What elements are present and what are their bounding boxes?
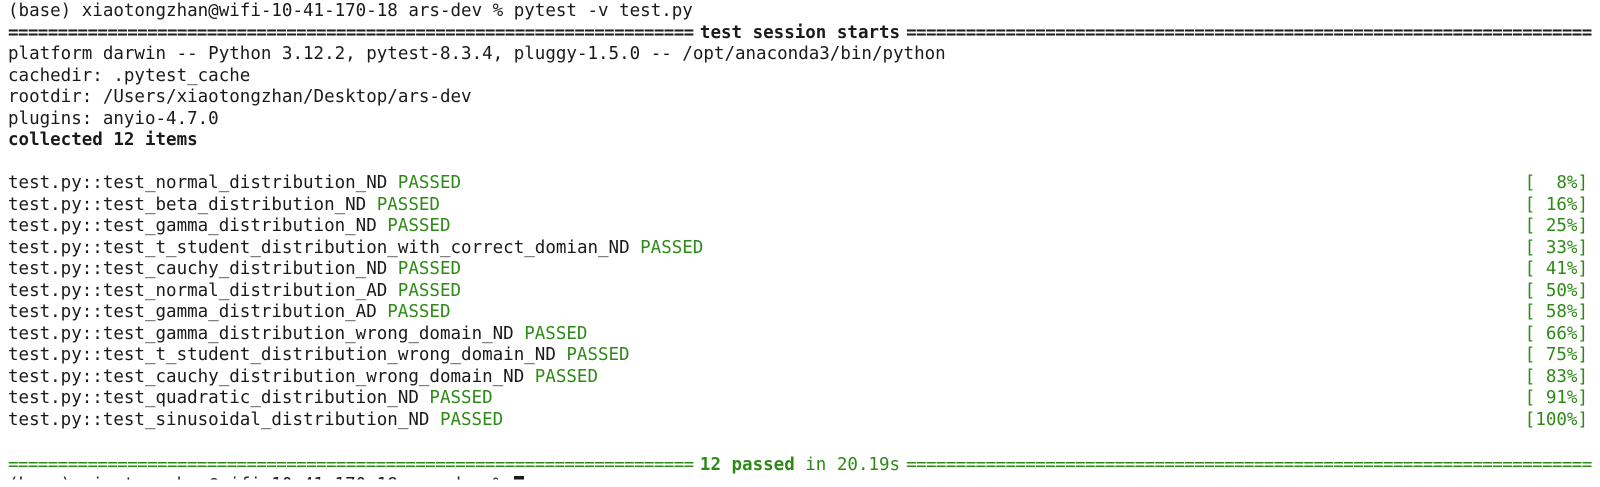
- test-name: test.py::test_gamma_distribution_wrong_d…: [8, 323, 514, 344]
- test-result-row: test.py::test_t_student_distribution_wit…: [8, 237, 1592, 259]
- test-progress: [ 58%]: [1524, 302, 1588, 322]
- test-name: test.py::test_gamma_distribution_AD: [8, 302, 377, 322]
- session-start-title: test session starts: [699, 23, 901, 43]
- test-status: PASSED: [397, 259, 462, 279]
- test-progress: [ 75%]: [1524, 345, 1588, 365]
- separator-right: ========================================…: [906, 455, 1592, 475]
- summary-passed-count: 12 passed: [699, 455, 795, 475]
- separator-right: ========================================…: [906, 23, 1592, 43]
- test-result-row: test.py::test_sinusoidal_distribution_ND…: [8, 409, 1592, 431]
- test-status: PASSED: [439, 409, 504, 430]
- terminal-window[interactable]: (base) xiaotongzhan@wifi-10-41-170-18 ar…: [0, 0, 1600, 487]
- platform-info: platform darwin -- Python 3.12.2, pytest…: [8, 44, 946, 64]
- test-status: PASSED: [640, 237, 704, 258]
- test-name: test.py::test_cauchy_distribution_ND: [8, 259, 388, 279]
- test-name: test.py::test_quadratic_distribution_ND: [8, 388, 419, 408]
- test-result-row: test.py::test_cauchy_distribution_wrong_…: [8, 366, 1592, 388]
- separator-left: ========================================…: [8, 455, 694, 475]
- summary-duration: in 20.19s: [794, 455, 901, 475]
- test-name: test.py::test_beta_distribution_ND: [8, 194, 367, 215]
- test-status: PASSED: [397, 173, 462, 193]
- text-cursor: [513, 476, 524, 480]
- separator-left: ========================================…: [8, 23, 694, 43]
- test-result-row: test.py::test_beta_distribution_ND PASSED…: [8, 194, 1592, 216]
- test-name: test.py::test_t_student_distribution_wit…: [8, 237, 630, 258]
- test-name: test.py::test_normal_distribution_AD: [8, 280, 388, 301]
- next-prompt: (base) xiaotongzhan@wifi-10-41-170-18 ar…: [8, 475, 514, 487]
- test-progress: [ 8%]: [1524, 173, 1588, 193]
- test-status: PASSED: [387, 302, 451, 322]
- test-name: test.py::test_sinusoidal_distribution_ND: [8, 409, 430, 430]
- test-progress: [ 66%]: [1524, 323, 1588, 344]
- summary-banner: ========================================…: [8, 454, 1592, 476]
- test-progress: [ 16%]: [1524, 194, 1588, 215]
- test-result-row: test.py::test_t_student_distribution_wro…: [8, 344, 1592, 366]
- test-result-row: test.py::test_normal_distribution_AD PASS…: [8, 280, 1592, 302]
- test-result-row: test.py::test_cauchy_distribution_ND PASS…: [8, 258, 1592, 280]
- test-result-row: test.py::test_gamma_distribution_AD PASSE…: [8, 301, 1592, 323]
- test-progress: [ 41%]: [1524, 259, 1588, 279]
- test-progress: [ 33%]: [1524, 237, 1588, 258]
- summary-text: 12 passed in 20.19s: [694, 454, 906, 476]
- test-name: test.py::test_gamma_distribution_ND: [8, 216, 377, 236]
- test-result-row: test.py::test_gamma_distribution_wrong_d…: [8, 323, 1592, 345]
- collected-items: collected 12 items: [8, 130, 198, 150]
- test-progress: [100%]: [1524, 409, 1588, 430]
- test-progress: [ 50%]: [1524, 280, 1588, 301]
- command-line: (base) xiaotongzhan@wifi-10-41-170-18 ar…: [8, 1, 693, 21]
- next-prompt-line: (base) xiaotongzhan@wifi-10-41-170-18 ar…: [8, 474, 1592, 487]
- test-progress: [ 91%]: [1524, 388, 1588, 408]
- test-status: PASSED: [397, 280, 462, 301]
- test-result-row: test.py::test_gamma_distribution_ND PASSE…: [8, 215, 1592, 237]
- test-name: test.py::test_cauchy_distribution_wrong_…: [8, 366, 525, 387]
- test-progress: [ 25%]: [1524, 216, 1588, 236]
- session-start-banner: ========================================…: [8, 22, 1592, 44]
- test-status: PASSED: [429, 388, 493, 408]
- test-progress: [ 83%]: [1524, 366, 1588, 387]
- test-status: PASSED: [524, 323, 588, 344]
- test-status: PASSED: [534, 366, 598, 387]
- test-name: test.py::test_normal_distribution_ND: [8, 173, 388, 193]
- test-status: PASSED: [376, 194, 440, 215]
- test-status: PASSED: [566, 345, 630, 365]
- test-name: test.py::test_t_student_distribution_wro…: [8, 345, 556, 365]
- test-status: PASSED: [387, 216, 451, 236]
- plugins-info: plugins: anyio-4.7.0: [8, 109, 219, 129]
- rootdir-info: rootdir: /Users/xiaotongzhan/Desktop/ars…: [8, 87, 472, 107]
- cachedir-info: cachedir: .pytest_cache: [8, 66, 251, 86]
- test-result-row: test.py::test_normal_distribution_ND PASS…: [8, 172, 1592, 194]
- test-result-row: test.py::test_quadratic_distribution_ND P…: [8, 387, 1592, 409]
